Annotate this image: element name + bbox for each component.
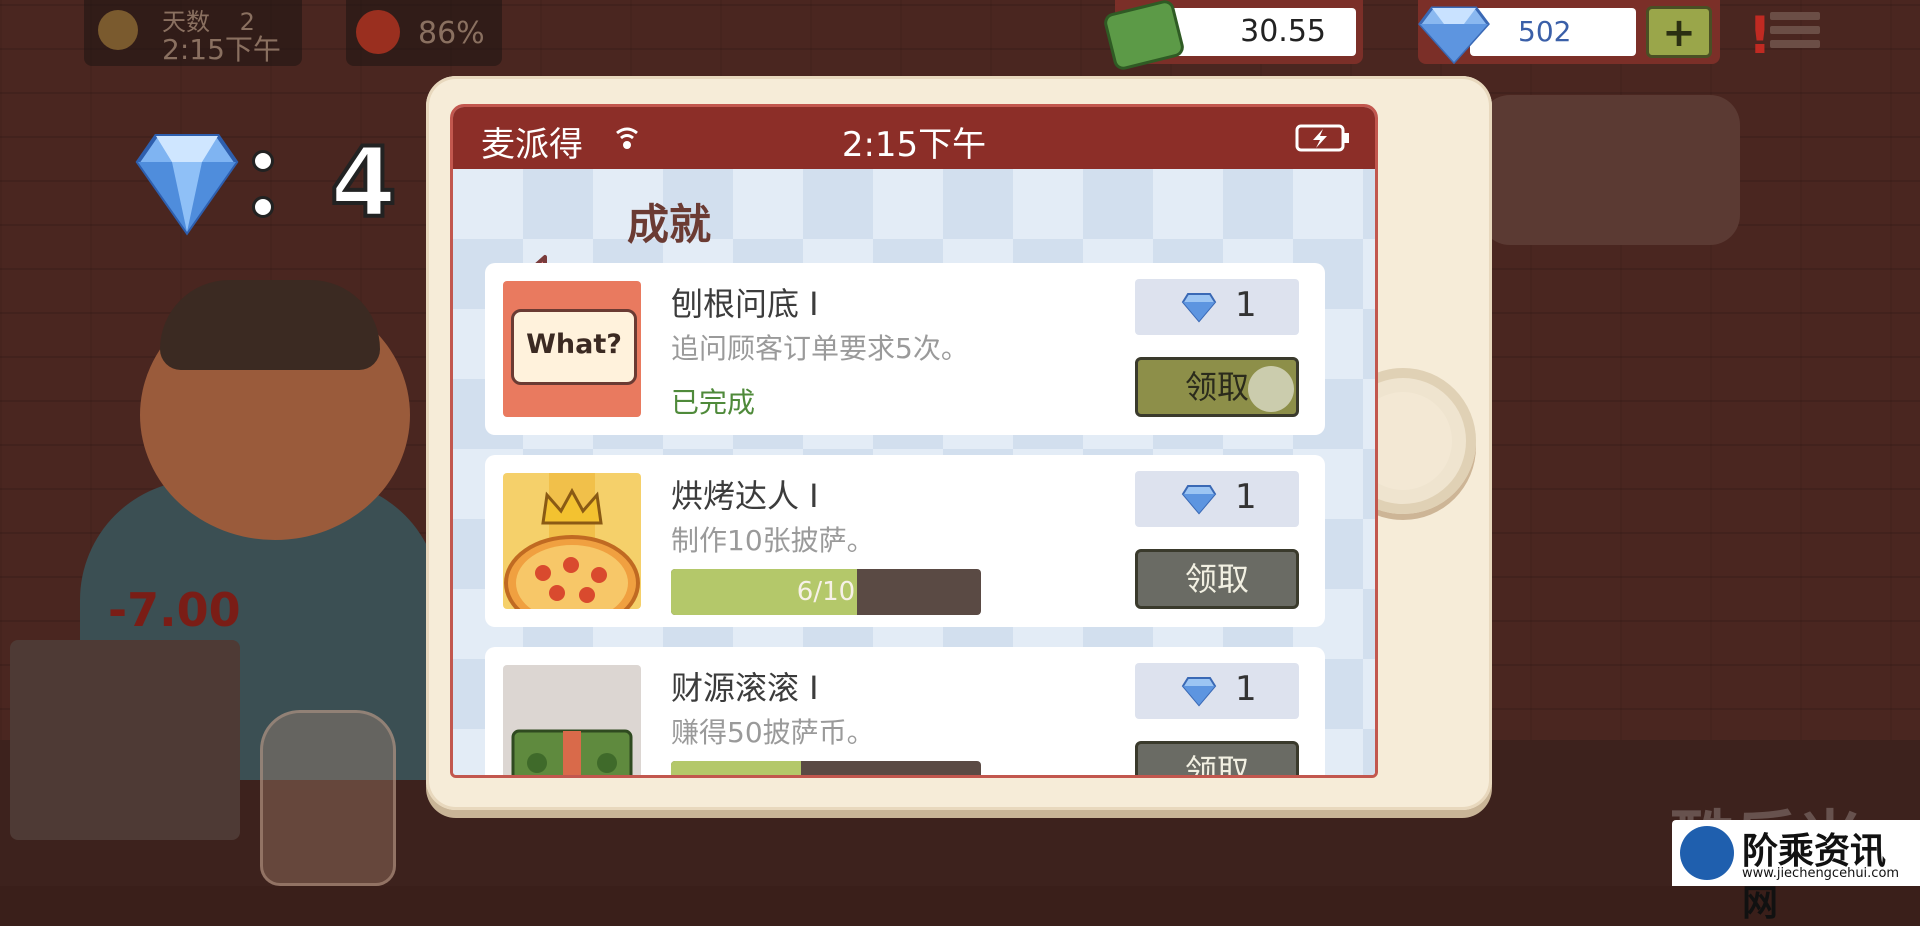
reward-amount: 1 bbox=[1235, 477, 1257, 517]
customer-hair bbox=[160, 280, 380, 370]
achievement-title: 刨根问底 Ⅰ bbox=[671, 285, 819, 323]
angry-face-icon bbox=[356, 10, 400, 54]
battery-icon bbox=[1295, 124, 1349, 152]
achievement-card: 烘烤达人 Ⅰ 制作10张披萨。 6/10 1 领取 bbox=[485, 455, 1325, 627]
phone-clock: 2:15下午 bbox=[841, 125, 987, 165]
mood-percent: 86% bbox=[418, 16, 485, 51]
achievement-progress-bar: 6/10 bbox=[671, 569, 981, 615]
reward-amount: 1 bbox=[1235, 669, 1257, 709]
diamond-icon bbox=[1181, 677, 1217, 707]
diamond-icon bbox=[1418, 6, 1490, 64]
reward-diamond-icon bbox=[135, 134, 239, 236]
claim-button[interactable]: 领取 bbox=[1135, 741, 1299, 775]
achievement-description: 制作10张披萨。 bbox=[671, 524, 875, 557]
day-time-panel: 天数 2 2:15下午 bbox=[84, 0, 302, 66]
reward-gem-count: 4 bbox=[328, 126, 399, 240]
achievement-reward: 1 bbox=[1135, 471, 1299, 527]
achievement-card: 财源滚滚 Ⅰ 赚得50披萨币。 1 领取 bbox=[485, 647, 1325, 775]
site-url: www.jiechengcehui.com bbox=[1742, 866, 1900, 881]
reward-colon bbox=[248, 140, 278, 230]
achievements-panel: 成就 What? 刨根问底 Ⅰ 追问顾客订单要求5次。 已完成 1 领取 烘烤达… bbox=[453, 169, 1375, 775]
diamond-icon bbox=[1181, 293, 1217, 323]
progress-text: 6/10 bbox=[796, 577, 856, 607]
achievement-progress-bar bbox=[671, 761, 981, 775]
page-title: 成就 bbox=[627, 200, 712, 249]
achievement-description: 追问顾客订单要求5次。 bbox=[671, 332, 969, 365]
menu-icon[interactable] bbox=[1770, 12, 1820, 56]
achievement-image-pizza bbox=[503, 473, 641, 609]
achievement-image-money bbox=[503, 665, 641, 775]
cash-register bbox=[10, 640, 240, 840]
add-gems-button[interactable]: + bbox=[1646, 6, 1712, 58]
diamond-icon bbox=[1181, 485, 1217, 515]
mood-panel: 86% bbox=[346, 0, 502, 66]
clock-icon bbox=[98, 10, 138, 50]
achievement-card: What? 刨根问底 Ⅰ 追问顾客订单要求5次。 已完成 1 领取 bbox=[485, 263, 1325, 435]
hud-time: 2:15下午 bbox=[162, 33, 281, 66]
achievement-reward: 1 bbox=[1135, 663, 1299, 719]
achievement-description: 赚得50披萨币。 bbox=[671, 716, 875, 749]
gem-value: 502 bbox=[1470, 8, 1636, 56]
penalty-amount: -7.00 bbox=[108, 583, 241, 637]
touch-indicator bbox=[1248, 366, 1294, 412]
achievement-status: 已完成 bbox=[671, 386, 756, 419]
reward-amount: 1 bbox=[1235, 285, 1257, 325]
phone-status-bar: 麦派得 2:15下午 bbox=[453, 107, 1375, 169]
phone-screen: 麦派得 2:15下午 成就 What? 刨根问底 Ⅰ 追问顾客订单要求5次。 已… bbox=[450, 104, 1378, 778]
achievement-reward: 1 bbox=[1135, 279, 1299, 335]
oven-hood bbox=[1480, 95, 1740, 245]
site-watermark: 阶乘资讯网 www.jiechengcehui.com bbox=[1672, 820, 1920, 924]
achievement-title: 烘烤达人 Ⅰ bbox=[671, 477, 819, 515]
crown-pizza-icon bbox=[504, 487, 640, 609]
speech-bubble-text: What? bbox=[511, 309, 637, 385]
achievement-title: 财源滚滚 Ⅰ bbox=[671, 669, 819, 707]
alert-icon: ! bbox=[1748, 6, 1772, 66]
claim-button[interactable]: 领取 bbox=[1135, 549, 1299, 609]
money-value: 30.55 bbox=[1170, 8, 1356, 56]
claim-label: 领取 bbox=[1184, 368, 1249, 406]
achievement-image-question: What? bbox=[503, 281, 641, 417]
progress-fill bbox=[671, 761, 802, 775]
claim-button[interactable]: 领取 bbox=[1135, 357, 1299, 417]
eagle-logo-icon bbox=[1680, 826, 1734, 880]
tip-jar bbox=[260, 710, 396, 886]
money-stack-icon bbox=[511, 729, 633, 775]
